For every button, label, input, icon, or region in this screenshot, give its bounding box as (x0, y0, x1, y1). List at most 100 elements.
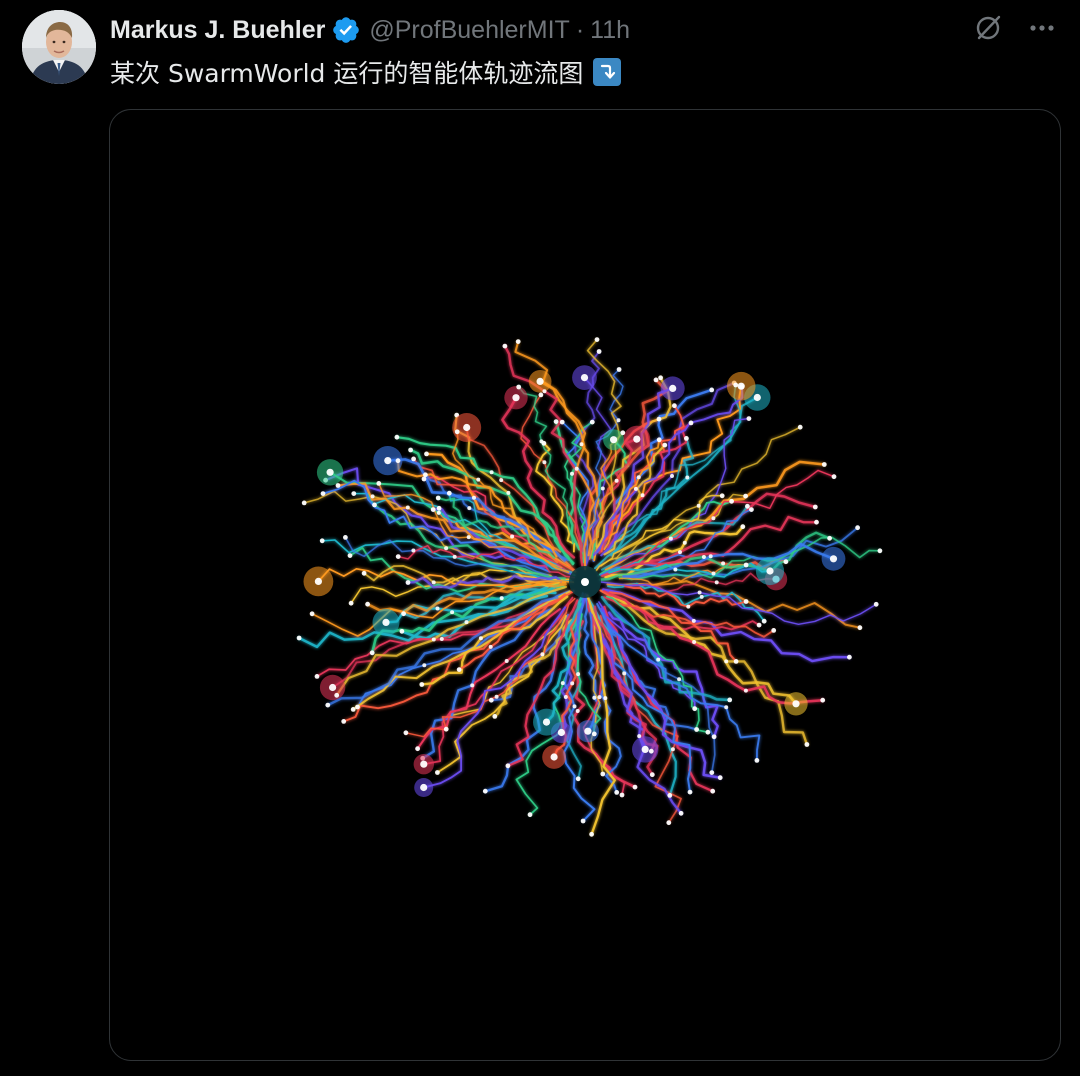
agent-dot (542, 460, 547, 465)
agent-dot (394, 434, 400, 440)
agent-dot (855, 525, 860, 531)
agent-dot (376, 481, 382, 486)
agent-dot (814, 519, 819, 525)
tweet-header: Markus J. Buehler @ProfBuehlerMIT · 11h (110, 12, 630, 48)
avatar[interactable] (22, 10, 96, 84)
agent-dot (724, 659, 729, 664)
agent-dot (649, 772, 655, 778)
agent-dot (403, 730, 409, 736)
agent-dot (539, 439, 544, 444)
agent-dot (705, 729, 711, 735)
agent-dot (488, 644, 493, 649)
agent-dot (570, 471, 574, 476)
agent-dot (512, 394, 520, 402)
agent-dot (446, 490, 452, 496)
agent-dot (669, 384, 677, 392)
agent-dot (515, 339, 521, 344)
author-handle[interactable]: @ProfBuehlerMIT (369, 16, 569, 45)
tweet-media[interactable] (109, 109, 1061, 1061)
more-button[interactable] (1026, 12, 1058, 44)
agent-dot (370, 494, 375, 499)
author-display-name[interactable]: Markus J. Buehler (110, 16, 325, 45)
agent-dot (673, 567, 678, 572)
agent-dot (369, 650, 375, 656)
agent-dot (421, 476, 427, 482)
agent-dot (506, 490, 511, 495)
profile-photo (22, 10, 96, 84)
more-dots-icon (1030, 25, 1054, 31)
agent-dot (584, 727, 592, 735)
agent-dot (542, 389, 547, 394)
agent-dot (301, 500, 307, 506)
agent-dot (594, 337, 600, 342)
agent-dot (597, 695, 602, 700)
grok-button[interactable] (972, 12, 1004, 44)
agent-dot (589, 831, 594, 837)
agent-dot (504, 659, 509, 663)
agent-dot (656, 437, 662, 443)
agent-dot (740, 524, 746, 530)
agent-dot (749, 507, 754, 512)
agent-dot (692, 706, 698, 712)
agent-dot (296, 635, 302, 641)
agent-dot (319, 538, 325, 544)
agent-dot (766, 567, 774, 575)
agent-dot (710, 788, 716, 794)
agent-dot (678, 810, 684, 816)
agent-dot (527, 812, 533, 818)
separator-dot: · (575, 15, 585, 44)
agent-dot (320, 491, 326, 496)
agent-dot (415, 746, 420, 752)
tweet-timestamp[interactable]: 11h (590, 16, 630, 45)
agent-dot (580, 818, 586, 824)
agent-dot (620, 430, 626, 436)
agent-dot (697, 590, 702, 595)
agent-dot (591, 731, 597, 737)
agent-dot (343, 535, 348, 540)
agent-dot (516, 384, 522, 390)
agent-dot (658, 375, 663, 381)
agent-dot (743, 599, 749, 604)
agent-trajectory-visualization (296, 337, 883, 837)
agent-dot (510, 534, 515, 539)
agent-dot (576, 672, 581, 677)
agent-dot (687, 789, 693, 795)
tweet: Markus J. Buehler @ProfBuehlerMIT · 11h (0, 0, 1080, 1076)
agent-dot (603, 696, 608, 701)
agent-dot (436, 510, 441, 515)
verified-badge-icon (331, 15, 361, 45)
agent-dot (709, 770, 715, 775)
agent-dot (436, 505, 442, 511)
agent-dot (466, 535, 471, 540)
agent-dot (570, 681, 575, 686)
agent-dot (452, 554, 457, 559)
agent-dot (420, 783, 428, 792)
agent-dot (592, 695, 597, 700)
agent-dot (600, 771, 606, 777)
agent-dot (739, 384, 745, 390)
agent-dot (492, 714, 498, 719)
tweet-text-content: 某次 SwarmWorld 运行的智能体轨迹流图 (110, 59, 584, 88)
agent-dot (550, 753, 558, 761)
agent-dot (820, 697, 826, 703)
agent-dot (538, 392, 544, 398)
agent-dot (877, 548, 883, 554)
agent-dot (633, 486, 638, 491)
agent-dot (454, 429, 460, 435)
agent-dot (733, 659, 739, 664)
agent-dot (743, 688, 748, 693)
agent-dot (325, 702, 331, 708)
agent-dot (600, 486, 605, 491)
agent-dot (351, 491, 357, 496)
agent-dot (424, 451, 429, 457)
agent-dot (727, 697, 733, 703)
agent-dot (688, 420, 694, 426)
agent-dot (711, 571, 716, 576)
agent-dot (745, 503, 750, 509)
agent-dot (724, 705, 729, 710)
agent-dot (610, 436, 618, 444)
agent-dot (733, 382, 739, 388)
agent-dot (488, 697, 494, 703)
agent-dot (405, 580, 411, 585)
agent-dot (579, 442, 584, 447)
